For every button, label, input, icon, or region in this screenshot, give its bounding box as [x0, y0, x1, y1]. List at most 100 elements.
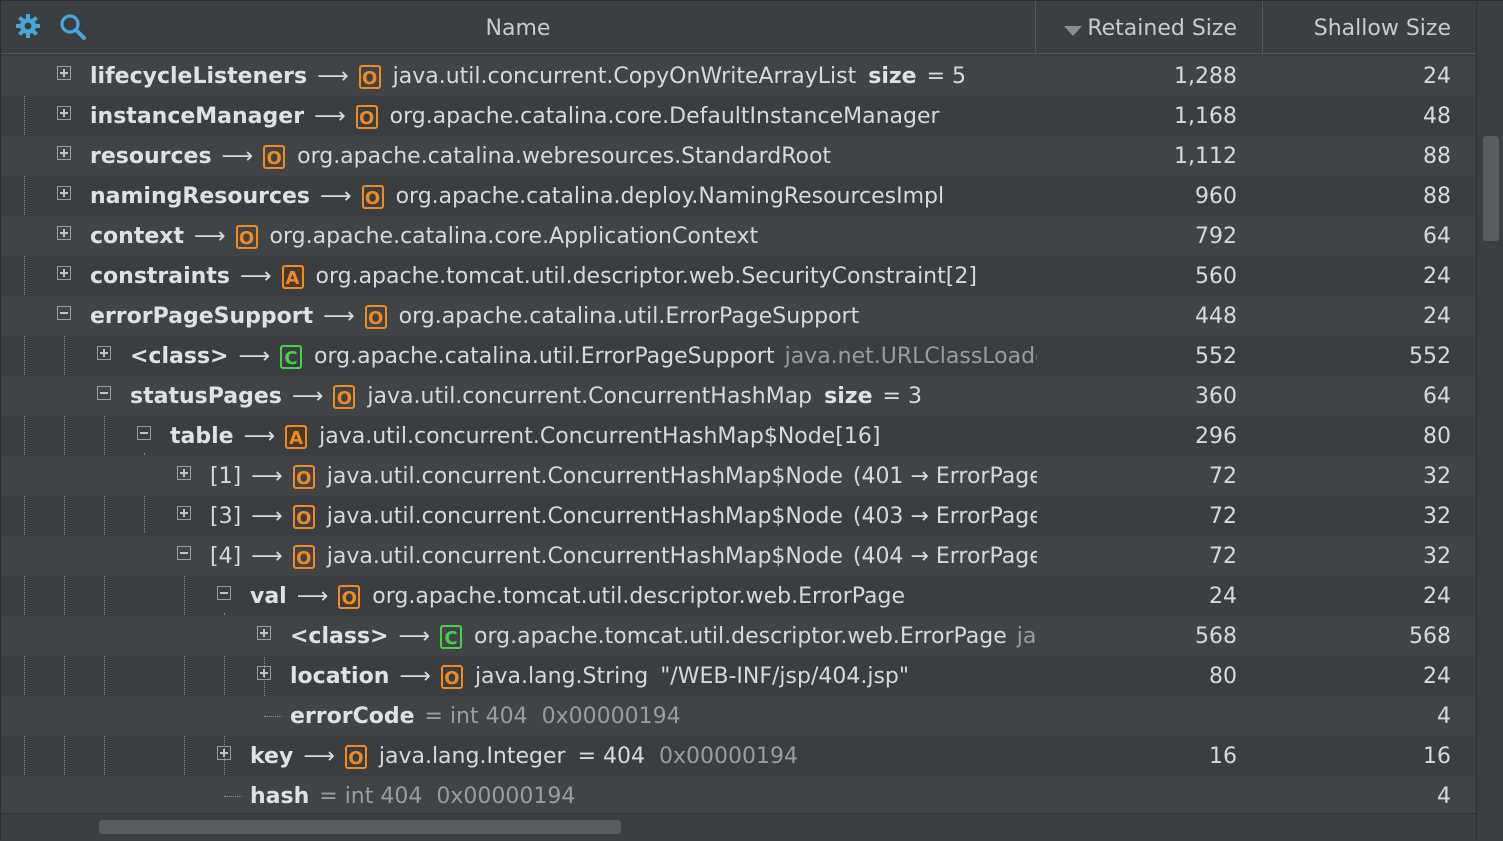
- row-content: instanceManager ⟶ Oorg.apache.catalina.cor…: [90, 104, 940, 129]
- field-name: resources: [90, 144, 212, 169]
- collapse-icon[interactable]: [137, 426, 151, 440]
- expand-icon[interactable]: [57, 146, 71, 160]
- reference-arrow: ⟶: [221, 144, 254, 169]
- tree-row[interactable]: key ⟶ Ojava.lang.Integer = 404 0x00000194 16 1…: [1, 736, 1476, 776]
- retained-size: 552: [1195, 344, 1237, 369]
- tree-row[interactable]: <class> ⟶ Corg.apache.catalina.util.ErrorP…: [1, 336, 1476, 376]
- shallow-size: 64: [1423, 384, 1451, 409]
- tree-row[interactable]: errorCode = int 404 0x00000194 4: [1, 696, 1476, 736]
- gear-icon[interactable]: [15, 13, 41, 41]
- retained-size: 24: [1209, 584, 1237, 609]
- name-cell: [3] ⟶ Ojava.util.concurrent.ConcurrentHash…: [1, 496, 1037, 536]
- tree-row[interactable]: table ⟶ Ajava.util.concurrent.ConcurrentHa…: [1, 416, 1476, 456]
- tree-row[interactable]: context ⟶ Oorg.apache.catalina.core.Applic…: [1, 216, 1476, 256]
- tree-row[interactable]: [3] ⟶ Ojava.util.concurrent.ConcurrentHash…: [1, 496, 1476, 536]
- retained-size: 72: [1209, 544, 1237, 569]
- object-badge-icon: O: [333, 384, 356, 409]
- name-cell: <class> ⟶ Corg.apache.tomcat.util.descript…: [1, 616, 1037, 656]
- horizontal-scrollbar[interactable]: [1, 813, 1476, 841]
- collapse-icon[interactable]: [97, 386, 111, 400]
- reference-arrow: ⟶: [399, 664, 431, 689]
- field-name: constraints: [90, 264, 230, 289]
- reference-arrow: ⟶: [193, 224, 226, 249]
- object-badge-icon: O: [235, 224, 258, 249]
- field-name: hash: [250, 784, 310, 809]
- reference-arrow: ⟶: [296, 584, 329, 609]
- size-value: = 5: [926, 64, 967, 89]
- retained-size: 80: [1209, 664, 1237, 689]
- expand-icon[interactable]: [57, 226, 71, 240]
- expand-icon[interactable]: [97, 346, 111, 360]
- name-cell: resources ⟶ Oorg.apache.catalina.webresour…: [1, 136, 1037, 176]
- name-cell: table ⟶ Ajava.util.concurrent.ConcurrentHa…: [1, 416, 1037, 456]
- tree-row[interactable]: [1] ⟶ Ojava.util.concurrent.ConcurrentHash…: [1, 456, 1476, 496]
- expand-icon[interactable]: [57, 106, 71, 120]
- column-header-shallow-size[interactable]: Shallow Size: [1262, 1, 1477, 53]
- search-icon[interactable]: [59, 13, 87, 41]
- tree-row[interactable]: location ⟶ Ojava.lang.String "/WEB-INF/jsp/…: [1, 656, 1476, 696]
- column-header-name[interactable]: Name: [1, 1, 1035, 53]
- collapse-icon[interactable]: [57, 306, 71, 320]
- type-name: org.apache.tomcat.util.descriptor.web.Se…: [315, 264, 977, 289]
- object-badge-icon: O: [292, 504, 315, 529]
- expand-icon[interactable]: [257, 626, 271, 640]
- reference-arrow: ⟶: [317, 64, 349, 89]
- tree-row[interactable]: statusPages ⟶ Ojava.util.concurrent.Concur…: [1, 376, 1476, 416]
- retained-size: 1,288: [1174, 64, 1237, 89]
- type-name: org.apache.catalina.webresources.Standar…: [297, 144, 832, 169]
- expand-icon[interactable]: [177, 506, 191, 520]
- array-index: [1]: [210, 464, 242, 489]
- size-label: size: [868, 64, 917, 89]
- tree-leaf-connector: [224, 796, 242, 797]
- type-name: org.apache.tomcat.util.descriptor.web.Er…: [474, 624, 1007, 649]
- row-content: val ⟶ Oorg.apache.tomcat.util.descriptor.w…: [250, 584, 905, 609]
- expand-icon[interactable]: [57, 66, 71, 80]
- type-name: org.apache.catalina.core.ApplicationCont…: [269, 224, 759, 249]
- horizontal-scrollbar-thumb[interactable]: [99, 820, 621, 834]
- tree-row[interactable]: hash = int 404 0x00000194 4: [1, 776, 1476, 813]
- type-name: org.apache.catalina.deploy.NamingResourc…: [395, 184, 945, 209]
- object-badge-icon: O: [338, 584, 361, 609]
- tree-row[interactable]: lifecycleListeners ⟶ Ojava.util.concurrent…: [1, 56, 1476, 96]
- size-label: size: [824, 384, 873, 409]
- field-name: errorPageSupport: [90, 304, 314, 329]
- field-name: statusPages: [130, 384, 282, 409]
- name-cell: key ⟶ Ojava.lang.Integer = 404 0x00000194: [1, 736, 1037, 776]
- shallow-size: 4: [1437, 784, 1451, 809]
- expand-icon[interactable]: [257, 666, 271, 680]
- tree-row[interactable]: val ⟶ Oorg.apache.tomcat.util.descriptor.w…: [1, 576, 1476, 616]
- tree-row[interactable]: constraints ⟶ Aorg.apache.tomcat.util.desc…: [1, 256, 1476, 296]
- expand-icon[interactable]: [57, 266, 71, 280]
- expand-icon[interactable]: [217, 746, 231, 760]
- expand-icon[interactable]: [57, 186, 71, 200]
- tree-row[interactable]: instanceManager ⟶ Oorg.apache.catalina.cor…: [1, 96, 1476, 136]
- tree-row[interactable]: <class> ⟶ Corg.apache.tomcat.util.descript…: [1, 616, 1476, 656]
- expand-icon[interactable]: [177, 466, 191, 480]
- vertical-scrollbar-thumb[interactable]: [1483, 136, 1499, 241]
- object-badge-icon: O: [355, 104, 378, 129]
- tree-row[interactable]: namingResources ⟶ Oorg.apache.catalina.dep…: [1, 176, 1476, 216]
- classloader-name: java.r: [1016, 624, 1037, 649]
- row-content: errorPageSupport ⟶ Oorg.apache.catalina.ut…: [90, 304, 859, 329]
- shallow-size: 88: [1423, 144, 1451, 169]
- tree-row[interactable]: resources ⟶ Oorg.apache.catalina.webresour…: [1, 136, 1476, 176]
- retained-size: 360: [1195, 384, 1237, 409]
- row-content: context ⟶ Oorg.apache.catalina.core.Applic…: [90, 224, 758, 249]
- name-cell: instanceManager ⟶ Oorg.apache.catalina.cor…: [1, 96, 1037, 136]
- vertical-scrollbar[interactable]: [1476, 1, 1503, 840]
- shallow-size: 64: [1423, 224, 1451, 249]
- row-content: statusPages ⟶ Ojava.util.concurrent.Concur…: [130, 384, 922, 409]
- shallow-size: 24: [1423, 664, 1451, 689]
- retained-size: 1,112: [1174, 144, 1237, 169]
- row-content: [3] ⟶ Ojava.util.concurrent.ConcurrentHash…: [210, 504, 1037, 529]
- column-header-retained-size[interactable]: Retained Size: [1035, 1, 1263, 53]
- type-name: org.apache.catalina.util.ErrorPageSuppor…: [314, 344, 775, 369]
- collapse-icon[interactable]: [177, 546, 191, 560]
- collapse-icon[interactable]: [217, 586, 231, 600]
- tree-row[interactable]: errorPageSupport ⟶ Oorg.apache.catalina.ut…: [1, 296, 1476, 336]
- object-badge-icon: O: [358, 64, 381, 89]
- tree-row[interactable]: [4] ⟶ Ojava.util.concurrent.ConcurrentHash…: [1, 536, 1476, 576]
- memory-inspector-window: Name Retained Size Shallow Size lifecycl…: [0, 0, 1503, 841]
- name-cell: errorPageSupport ⟶ Oorg.apache.catalina.ut…: [1, 296, 1037, 336]
- field-name: namingResources: [90, 184, 311, 209]
